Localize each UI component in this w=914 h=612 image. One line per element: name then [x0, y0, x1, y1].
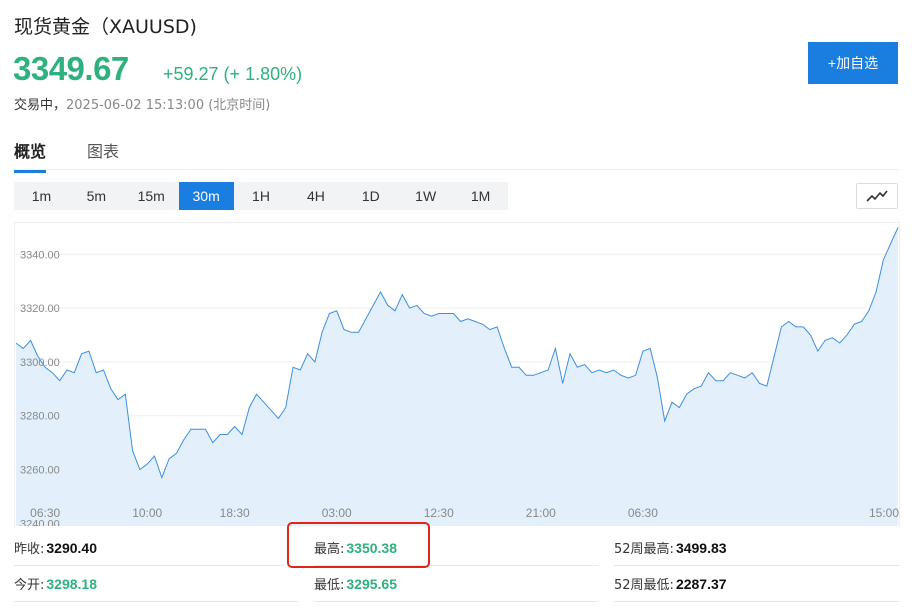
- add-watchlist-button[interactable]: +加自选: [808, 42, 898, 84]
- x-tick-label: 06:30: [628, 506, 658, 520]
- stat-value: 3295.65: [346, 575, 397, 592]
- range-4h[interactable]: 4H: [288, 182, 343, 210]
- tab-overview[interactable]: 概览: [14, 138, 47, 173]
- price-chart[interactable]: 3240.00 3260.00 3280.00 3300.00 3320.00 3340.…: [14, 222, 900, 526]
- range-1w[interactable]: 1W: [398, 182, 453, 210]
- range-30m[interactable]: 30m: [178, 182, 234, 210]
- x-tick-label: 18:30: [220, 506, 250, 520]
- stat-label: 昨收:: [14, 542, 45, 557]
- stat-label: 52周最高:: [614, 542, 674, 557]
- stat-value: 3499.83: [675, 539, 727, 556]
- line-chart-icon: [866, 190, 888, 202]
- x-tick-label: 21:00: [526, 506, 556, 520]
- stat-low: 最低: 3295.65: [314, 566, 598, 602]
- tab-divider: [14, 169, 900, 170]
- range-1h[interactable]: 1H: [234, 182, 289, 210]
- x-tick-label: 06:30: [30, 506, 60, 520]
- price-change: +59.27 (+ 1.80%): [163, 64, 303, 84]
- y-tick-label: 3300.00: [20, 357, 60, 369]
- stat-52w-high: 52周最高: 3499.83: [614, 530, 900, 566]
- y-tick-label: 3260.00: [20, 465, 60, 477]
- range-1mo[interactable]: 1M: [453, 182, 508, 210]
- range-5m[interactable]: 5m: [69, 182, 124, 210]
- x-tick-label: 03:00: [322, 506, 352, 520]
- highlight-box: [287, 522, 430, 568]
- stat-value: 3290.40: [46, 539, 97, 556]
- stat-52w-low: 52周最低: 2287.37: [614, 566, 900, 602]
- time-range-selector: 1m 5m 15m 30m 1H 4H 1D 1W 1M: [14, 182, 508, 210]
- range-1m[interactable]: 1m: [14, 182, 69, 210]
- range-15m[interactable]: 15m: [124, 182, 179, 210]
- instrument-title: 现货黄金（XAUUSD): [14, 16, 197, 38]
- y-tick-label: 3340.00: [20, 249, 60, 261]
- current-price: 3349.67: [13, 50, 129, 87]
- tab-bar: 概览 图表: [14, 138, 898, 173]
- range-1d[interactable]: 1D: [343, 182, 398, 210]
- x-tick-label: 15:00: [869, 506, 899, 520]
- stat-open: 今开: 3298.18: [14, 566, 298, 602]
- chart-type-toggle[interactable]: [856, 183, 898, 209]
- x-tick-label: 10:00: [132, 506, 162, 520]
- stat-label: 52周最低:: [614, 578, 674, 593]
- y-tick-label: 3280.00: [20, 411, 60, 423]
- stat-label: 最低:: [314, 578, 345, 593]
- x-tick-label: 12:30: [424, 506, 454, 520]
- y-tick-label: 3320.00: [20, 303, 60, 315]
- price-chart-svg: 3240.003260.003280.003300.003320.003340.…: [14, 222, 900, 526]
- status-timestamp: 2025-06-02 15:13:00 (北京时间): [66, 98, 271, 113]
- status-label: 交易中，: [14, 98, 67, 113]
- stat-value: 3298.18: [46, 575, 97, 592]
- tab-chart[interactable]: 图表: [87, 138, 119, 170]
- stat-value: 2287.37: [675, 575, 727, 592]
- stat-label: 今开:: [14, 578, 45, 593]
- stat-prev-close: 昨收: 3290.40: [14, 530, 284, 566]
- stats-panel: 昨收: 3290.40 今开: 3298.18 最高: 3350.38 最低: 3295…: [14, 530, 900, 610]
- trading-status: 交易中，2025-06-02 15:13:00 (北京时间): [14, 94, 270, 113]
